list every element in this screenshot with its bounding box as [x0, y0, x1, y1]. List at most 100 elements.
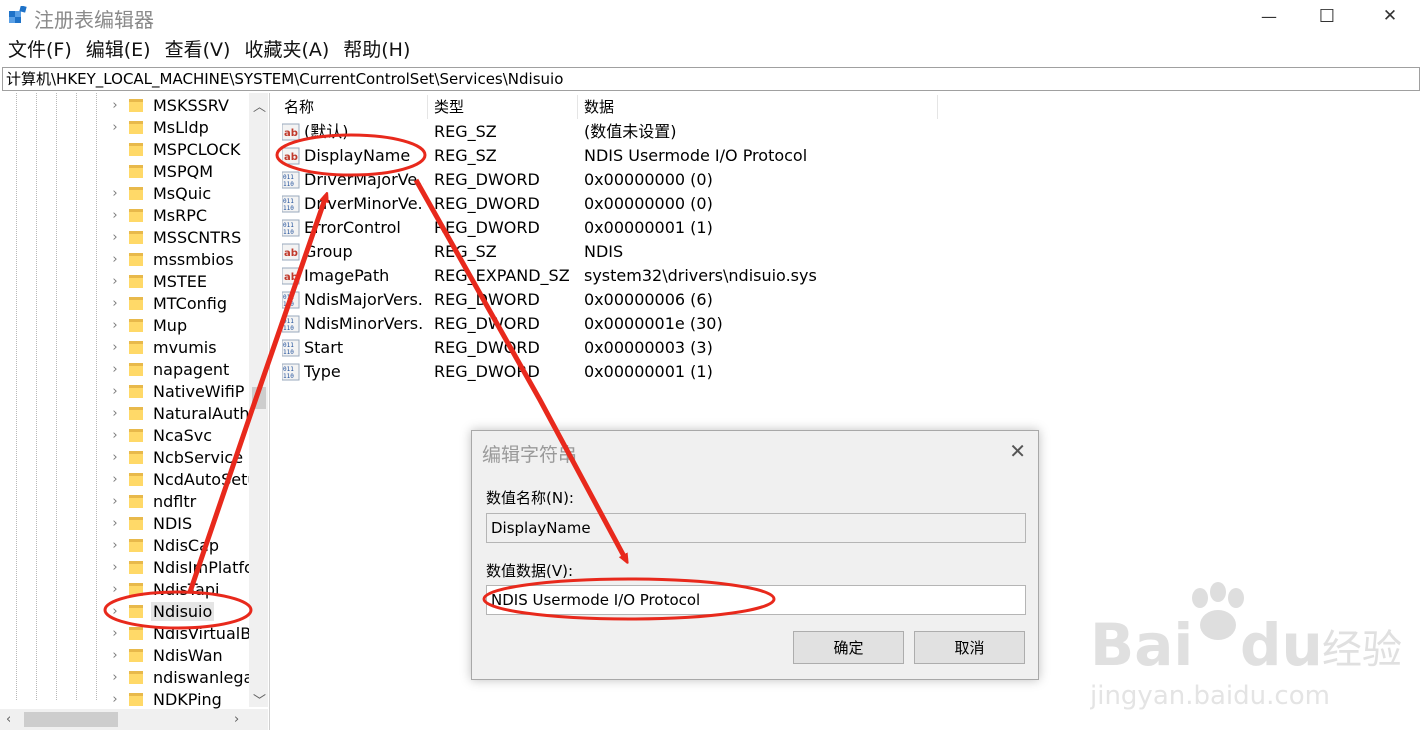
watermark-url: jingyan.baidu.com: [1090, 681, 1330, 711]
close-button[interactable]: ✕: [1361, 0, 1419, 32]
chevron-right-icon[interactable]: ›: [108, 362, 122, 377]
menu-file[interactable]: 文件(F): [8, 36, 72, 64]
tree-item[interactable]: › napagent: [108, 358, 231, 380]
tree-item-label: NdisWan: [153, 645, 223, 665]
registry-tree[interactable]: › MSKSSRV › MsLldp MSPCLOCK MSPQM › MsQuic › MsRP…: [0, 93, 270, 730]
chevron-right-icon[interactable]: ›: [108, 340, 122, 355]
value-data: 0x00000003 (3): [584, 338, 713, 357]
tree-item[interactable]: › NaturalAuthe: [108, 402, 261, 424]
chevron-right-icon[interactable]: ›: [108, 692, 122, 707]
tree-item[interactable]: › MsQuic: [108, 182, 213, 204]
svg-text:011: 011: [283, 294, 294, 301]
chevron-right-icon[interactable]: ›: [108, 274, 122, 289]
tree-item[interactable]: › mvumis: [108, 336, 219, 358]
tree-item[interactable]: › MSKSSRV: [108, 94, 231, 116]
tree-item-label: NdisVirtualBu: [153, 623, 262, 643]
tree-item[interactable]: › MsLldp: [108, 116, 211, 138]
tree-item[interactable]: › Ndisuio: [108, 600, 215, 622]
tree-item[interactable]: › ndfltr: [108, 490, 198, 512]
folder-icon: [129, 450, 143, 464]
chevron-right-icon[interactable]: ›: [108, 384, 122, 399]
chevron-right-icon[interactable]: ›: [108, 120, 122, 135]
tree-guide-line: [56, 93, 57, 700]
tree-item[interactable]: › NDIS: [108, 512, 194, 534]
chevron-right-icon[interactable]: ›: [108, 230, 122, 245]
svg-text:110: 110: [283, 325, 294, 332]
column-name-header[interactable]: 名称: [278, 95, 428, 119]
menu-help[interactable]: 帮助(H): [343, 36, 410, 64]
scroll-right-icon[interactable]: ›: [234, 712, 239, 727]
tree-hscroll-thumb[interactable]: [24, 712, 118, 727]
menu-edit[interactable]: 编辑(E): [86, 36, 151, 64]
chevron-right-icon[interactable]: ›: [108, 472, 122, 487]
chevron-right-icon[interactable]: ›: [108, 428, 122, 443]
column-data-header[interactable]: 数据: [578, 95, 938, 119]
tree-guide-line: [96, 93, 97, 700]
tree-item-label: napagent: [153, 359, 230, 379]
maximize-button[interactable]: ☐: [1298, 0, 1356, 32]
tree-item[interactable]: › NdisCap: [108, 534, 221, 556]
column-type-header[interactable]: 类型: [428, 95, 578, 119]
ok-button[interactable]: 确定: [793, 631, 904, 664]
chevron-right-icon[interactable]: ›: [108, 626, 122, 641]
value-name: NdisMajorVers...: [304, 290, 424, 309]
chevron-right-icon[interactable]: ›: [108, 516, 122, 531]
chevron-right-icon[interactable]: ›: [108, 604, 122, 619]
chevron-right-icon[interactable]: ›: [108, 186, 122, 201]
value-name: DriverMinorVe...: [304, 194, 424, 213]
chevron-right-icon[interactable]: ›: [108, 494, 122, 509]
tree-item[interactable]: › NcaSvc: [108, 424, 214, 446]
tree-item[interactable]: › NcbService: [108, 446, 245, 468]
chevron-right-icon[interactable]: ›: [108, 538, 122, 553]
chevron-right-icon[interactable]: ›: [108, 406, 122, 421]
cancel-button[interactable]: 取消: [914, 631, 1025, 664]
chevron-right-icon[interactable]: ›: [108, 318, 122, 333]
tree-item[interactable]: › MSTEE: [108, 270, 209, 292]
tree-item[interactable]: › Mup: [108, 314, 189, 336]
address-bar[interactable]: 计算机\HKEY_LOCAL_MACHINE\SYSTEM\CurrentCon…: [2, 67, 1420, 91]
menu-view[interactable]: 查看(V): [165, 36, 231, 64]
chevron-right-icon[interactable]: ›: [108, 296, 122, 311]
chevron-right-icon[interactable]: ›: [108, 450, 122, 465]
tree-item[interactable]: › MsRPC: [108, 204, 209, 226]
tree-item[interactable]: › ndiswanlegac: [108, 666, 264, 688]
tree-item[interactable]: MSPQM: [108, 160, 215, 182]
scroll-up-icon[interactable]: ︿: [253, 96, 266, 115]
svg-text:110: 110: [283, 373, 294, 380]
tree-item[interactable]: › NativeWifiP: [108, 380, 246, 402]
tree-item[interactable]: › NdisImPlatfor: [108, 556, 262, 578]
dialog-close-icon[interactable]: ✕: [1009, 439, 1026, 463]
menu-favorites[interactable]: 收藏夹(A): [244, 36, 329, 64]
tree-item[interactable]: › mssmbios: [108, 248, 236, 270]
value-name: (默认): [304, 122, 349, 141]
chevron-right-icon[interactable]: ›: [108, 560, 122, 575]
chevron-right-icon[interactable]: ›: [108, 98, 122, 113]
scroll-down-icon[interactable]: ﹀: [253, 690, 266, 709]
baidu-jingyan-watermark: Bai du 经验 jingyan.baidu.com: [1090, 582, 1402, 711]
tree-item[interactable]: › NdisWan: [108, 644, 225, 666]
binary-value-icon: 011110: [282, 195, 300, 213]
value-data: 0x00000001 (1): [584, 362, 713, 381]
minimize-button[interactable]: —: [1240, 0, 1298, 32]
tree-item[interactable]: › NdisVirtualBu: [108, 622, 263, 644]
tree-item[interactable]: › NdisTapi: [108, 578, 221, 600]
tree-item-label: NcbService: [153, 447, 244, 467]
value-data-input[interactable]: NDIS Usermode I/O Protocol: [486, 585, 1026, 615]
tree-item[interactable]: › NcdAutoSetu: [108, 468, 259, 490]
tree-item-label: NDKPing: [153, 689, 222, 709]
tree-item[interactable]: › NDKPing: [108, 688, 224, 710]
tree-item[interactable]: › MTConfig: [108, 292, 229, 314]
folder-icon: [129, 560, 143, 574]
tree-scroll-thumb[interactable]: [252, 387, 266, 409]
tree-item[interactable]: MSPCLOCK: [108, 138, 242, 160]
chevron-right-icon[interactable]: ›: [108, 582, 122, 597]
chevron-right-icon[interactable]: ›: [108, 208, 122, 223]
edit-string-dialog: 编辑字符串 ✕ 数值名称(N): DisplayName 数值数据(V): ND…: [471, 430, 1039, 680]
tree-item[interactable]: › MSSCNTRS: [108, 226, 243, 248]
tree-item-label: Ndisuio: [151, 601, 215, 621]
value-type: REG_DWORD: [434, 290, 540, 309]
chevron-right-icon[interactable]: ›: [108, 648, 122, 663]
scroll-left-icon[interactable]: ‹: [6, 712, 11, 727]
chevron-right-icon[interactable]: ›: [108, 670, 122, 685]
chevron-right-icon[interactable]: ›: [108, 252, 122, 267]
